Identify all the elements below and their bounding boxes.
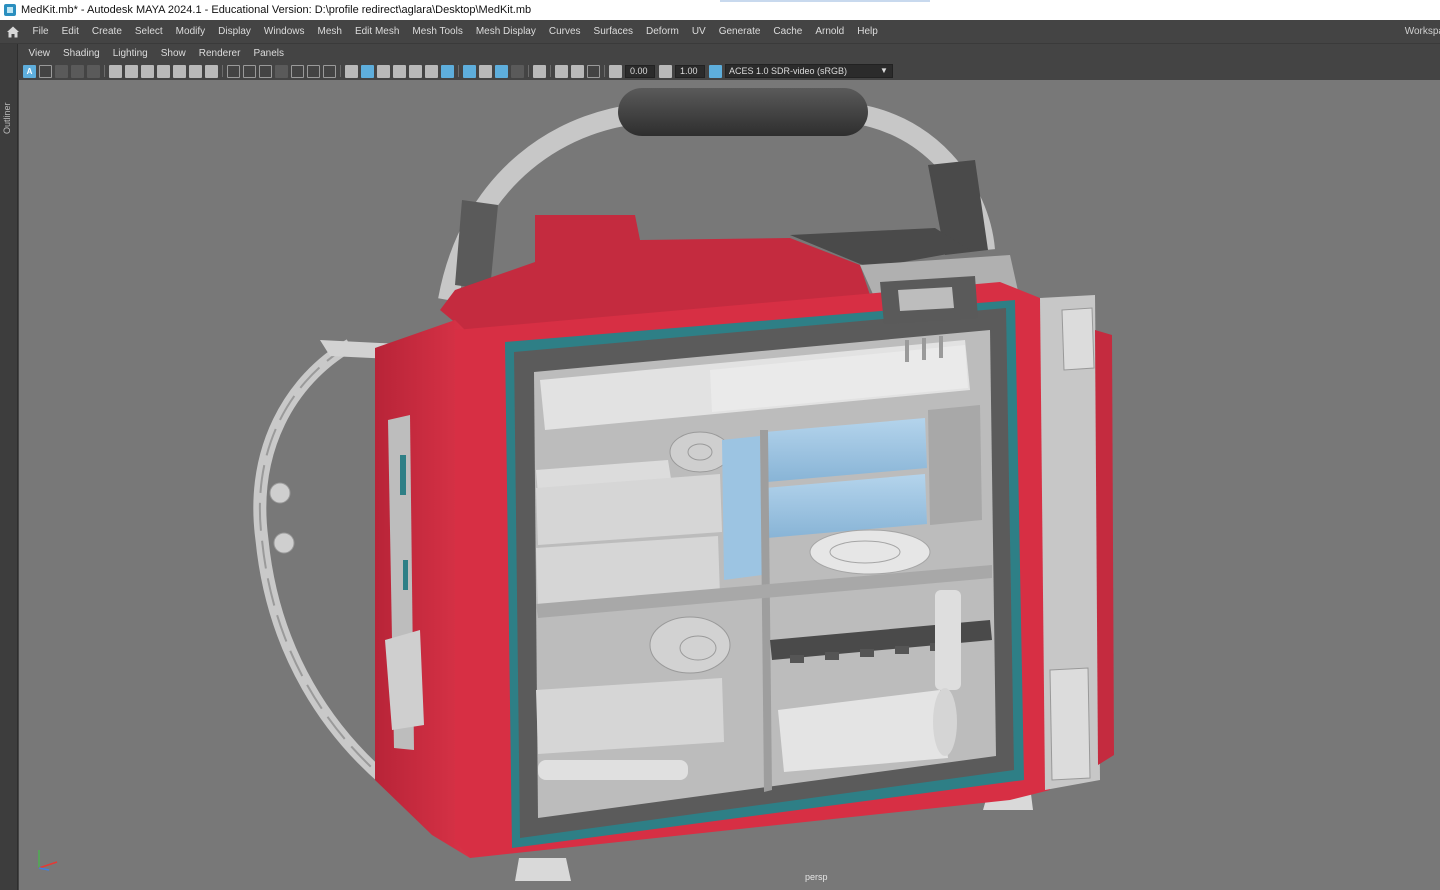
xray-components-icon[interactable] [511, 64, 524, 78]
film-gate-icon[interactable] [243, 64, 256, 78]
grid-icon[interactable] [227, 64, 240, 78]
viewport-persp[interactable]: persp [19, 80, 1440, 890]
wireframe-on-shaded-icon[interactable] [377, 64, 390, 78]
gate-mask-icon[interactable] [275, 64, 288, 78]
menu-arnold[interactable]: Arnold [809, 26, 851, 37]
move-icon[interactable] [189, 64, 202, 78]
toolbar-separator [604, 65, 605, 77]
panel-menu-show[interactable]: Show [154, 48, 192, 59]
menu-deform[interactable]: Deform [640, 26, 686, 37]
menu-display[interactable]: Display [212, 26, 258, 37]
exposure-icon[interactable] [609, 64, 622, 78]
toolbar-separator [104, 65, 105, 77]
menu-curves[interactable]: Curves [542, 26, 587, 37]
outliner-tab-label: Outliner [2, 102, 12, 134]
title-bar-accent [720, 0, 930, 2]
isolate-select-icon[interactable] [463, 64, 476, 78]
toolbar-separator [458, 65, 459, 77]
camera-name-label: persp [805, 872, 828, 882]
menu-mesh-display[interactable]: Mesh Display [469, 26, 542, 37]
workspace-selector[interactable]: Workspa [1405, 20, 1440, 44]
gamma-field[interactable] [675, 64, 705, 78]
menu-mesh[interactable]: Mesh [311, 26, 348, 37]
depth-of-field-icon[interactable] [571, 64, 584, 78]
screen-space-icon[interactable] [587, 64, 600, 78]
home-icon[interactable] [0, 20, 26, 44]
maya-app-icon [4, 4, 16, 16]
menu-create[interactable]: Create [85, 26, 128, 37]
panel-menu-panels[interactable]: Panels [247, 48, 291, 59]
ambient-occlusion-icon[interactable] [441, 64, 454, 78]
toolbar-separator [340, 65, 341, 77]
panel-menu-view[interactable]: View [22, 48, 57, 59]
shadows-icon[interactable] [425, 64, 438, 78]
grease-pencil-icon[interactable] [109, 64, 122, 78]
menu-help[interactable]: Help [851, 26, 885, 37]
menu-cache[interactable]: Cache [767, 26, 809, 37]
gamma-icon[interactable] [659, 64, 672, 78]
chevron-down-icon: ▼ [880, 66, 888, 75]
safe-title-icon[interactable] [323, 64, 336, 78]
xray-joints-icon[interactable] [495, 64, 508, 78]
xray-icon[interactable] [479, 64, 492, 78]
medkit-3d-model [253, 88, 1114, 881]
main-menu-bar: File Edit Create Select Modify Display W… [0, 20, 1440, 44]
camera-motion-icon[interactable] [141, 64, 154, 78]
camera-lock-icon[interactable] [125, 64, 138, 78]
toolbar-separator [528, 65, 529, 77]
two-d-pan-zoom-icon[interactable] [87, 64, 100, 78]
color-space-dropdown[interactable]: ACES 1.0 SDR-video (sRGB) ▼ [725, 64, 893, 78]
field-chart-icon[interactable] [291, 64, 304, 78]
window-title-bar: MedKit.mb* - Autodesk MAYA 2024.1 - Educ… [0, 0, 1440, 20]
panel-menu-lighting[interactable]: Lighting [106, 48, 154, 59]
camera-attributes-icon[interactable] [39, 64, 52, 78]
panel-toolbar: A ACES 1.0 SDR-video (sRGB) ▼ [19, 62, 1440, 80]
window-title: MedKit.mb* - Autodesk MAYA 2024.1 - Educ… [21, 4, 532, 16]
panel-menu-bar: View Shading Lighting Show Renderer Pane… [19, 45, 1440, 62]
wireframe-icon[interactable] [345, 64, 358, 78]
toolbar-separator [222, 65, 223, 77]
menu-windows[interactable]: Windows [257, 26, 311, 37]
menu-generate[interactable]: Generate [712, 26, 767, 37]
menu-select[interactable]: Select [128, 26, 169, 37]
menu-file[interactable]: File [26, 26, 55, 37]
smooth-shade-icon[interactable] [361, 64, 374, 78]
menu-edit[interactable]: Edit [55, 26, 85, 37]
use-all-lights-icon[interactable] [409, 64, 422, 78]
panel-menu-shading[interactable]: Shading [57, 48, 107, 59]
safe-action-icon[interactable] [307, 64, 320, 78]
bookmarks-icon[interactable] [55, 64, 68, 78]
menu-uv[interactable]: UV [685, 26, 712, 37]
menu-mesh-tools[interactable]: Mesh Tools [406, 26, 469, 37]
textured-icon[interactable] [393, 64, 406, 78]
color-space-value: ACES 1.0 SDR-video (sRGB) [729, 66, 848, 76]
menu-modify[interactable]: Modify [169, 26, 211, 37]
menu-edit-mesh[interactable]: Edit Mesh [348, 26, 405, 37]
bookmark-icon[interactable] [157, 64, 170, 78]
paint-icon[interactable] [205, 64, 218, 78]
image-plane-icon[interactable] [71, 64, 84, 78]
color-management-icon[interactable] [709, 64, 722, 78]
resolution-gate-icon[interactable] [259, 64, 272, 78]
exposure-field[interactable] [625, 64, 655, 78]
toolbar-separator [550, 65, 551, 77]
select-highlight-icon[interactable] [533, 64, 546, 78]
menu-surfaces[interactable]: Surfaces [587, 26, 639, 37]
pan-icon[interactable] [173, 64, 186, 78]
axis-gizmo-icon [38, 850, 58, 871]
select-camera-icon[interactable]: A [23, 64, 36, 78]
outliner-side-tab[interactable]: Outliner [0, 44, 18, 890]
panel-menu-renderer[interactable]: Renderer [192, 48, 247, 59]
display-layer-icon[interactable] [555, 64, 568, 78]
